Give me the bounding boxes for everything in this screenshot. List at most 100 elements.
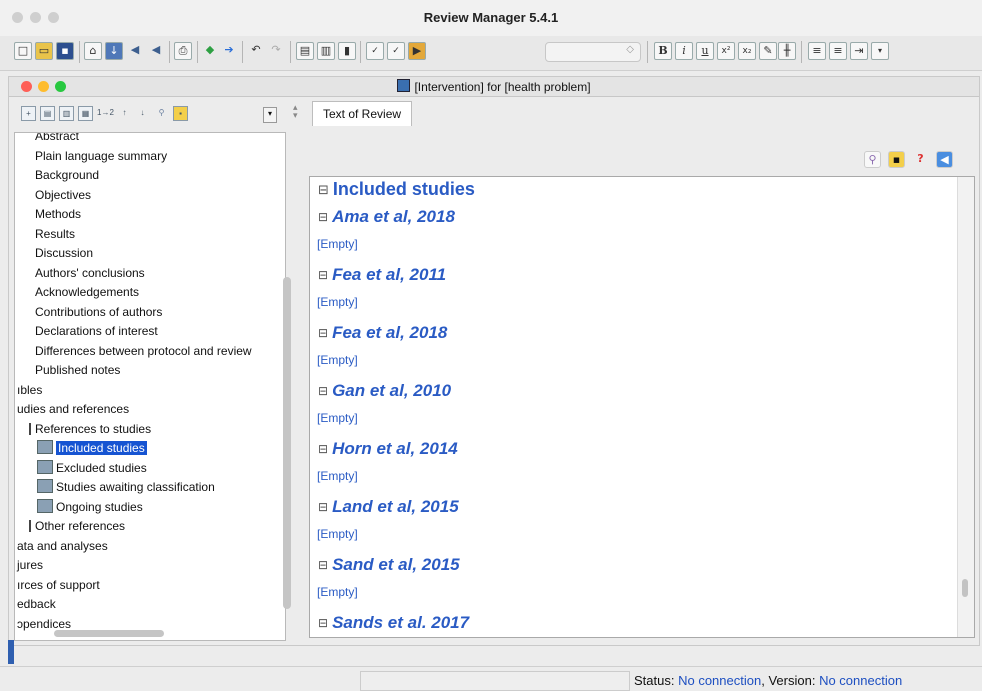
empty-placeholder[interactable]: [Empty] [317, 411, 358, 425]
numbered-list-icon[interactable]: ≡ [829, 42, 847, 60]
empty-placeholder[interactable]: [Empty] [317, 353, 358, 367]
special-char-icon[interactable]: ╫ [778, 42, 796, 60]
tree-item[interactable]: ata and analyses [17, 537, 108, 555]
tree-item[interactable]: ıbles [17, 381, 42, 399]
empty-placeholder[interactable]: [Empty] [317, 295, 358, 309]
collapse-icon[interactable]: ⊟ [318, 326, 328, 340]
study-heading[interactable]: ⊟ Sands et al. 2017 [318, 613, 469, 633]
add-section-icon[interactable]: + [21, 106, 36, 121]
spellcheck-options-icon[interactable]: ✓ [387, 42, 405, 60]
import-icon[interactable]: ↓ [105, 42, 123, 60]
tree-item[interactable]: Contributions of authors [35, 303, 162, 321]
tree-expander-icon[interactable] [29, 520, 31, 532]
back-arrow-icon[interactable]: ◀ [126, 42, 144, 60]
properties-icon[interactable]: ▤ [40, 106, 55, 121]
tree-item[interactable]: Excluded studies [37, 459, 147, 477]
link-icon[interactable]: ⚲ [864, 151, 881, 168]
tree-expander-icon[interactable] [29, 422, 31, 435]
tree-item[interactable]: Authors' conclusions [35, 264, 145, 282]
collapse-icon[interactable]: ⊟ [318, 616, 328, 630]
copy-icon[interactable]: ▤ [296, 42, 314, 60]
go-forward-icon[interactable]: ➔ [220, 42, 238, 60]
navigate-icon[interactable]: ◀ [936, 151, 953, 168]
tree-item[interactable]: Plain language summary [35, 147, 167, 165]
tree-item[interactable]: Studies awaiting classification [37, 478, 215, 496]
subscript-icon[interactable]: x₂ [738, 42, 756, 60]
outline-tree[interactable]: Abstract Plain language summary Background… [14, 132, 286, 641]
tree-item[interactable]: Background [35, 166, 99, 184]
paste-icon[interactable]: ▥ [317, 42, 335, 60]
tree-item[interactable]: Other references [29, 517, 125, 535]
back-icon[interactable]: ◀ [147, 42, 165, 60]
study-heading[interactable]: ⊟ Sand et al, 2015 [318, 555, 460, 575]
outline-vertical-scrollbar[interactable] [283, 277, 291, 609]
delete-icon[interactable]: ▮ [338, 42, 356, 60]
empty-placeholder[interactable]: [Empty] [317, 585, 358, 599]
link-icon[interactable]: ⚲ [154, 106, 169, 121]
highlight-icon[interactable]: ✎ [759, 42, 777, 60]
tree-item[interactable]: Abstract [35, 133, 79, 145]
indent-icon[interactable]: ⇥ [850, 42, 868, 60]
superscript-icon[interactable]: x² [717, 42, 735, 60]
undo-icon[interactable]: ↶ [247, 42, 265, 60]
italic-icon[interactable]: i [675, 42, 693, 60]
print-icon[interactable]: ⎙ [174, 42, 192, 60]
underline-icon[interactable]: u [696, 42, 714, 60]
study-heading[interactable]: ⊟ Fea et al, 2011 [318, 265, 446, 285]
tree-item[interactable]: Results [35, 225, 75, 243]
collapse-icon[interactable]: ⊟ [318, 384, 328, 398]
spellcheck-icon[interactable]: ✓ [366, 42, 384, 60]
tree-item[interactable]: Discussion [35, 244, 93, 262]
tab-text-of-review[interactable]: Text of Review [312, 101, 413, 126]
more-icon[interactable]: ▾ [871, 42, 889, 60]
collapse-icon[interactable]: ⊟ [318, 442, 328, 456]
home-icon[interactable]: ⌂ [84, 42, 102, 60]
tree-item[interactable]: ırces of support [17, 576, 100, 594]
notes-icon[interactable]: ▦ [78, 106, 93, 121]
note-icon[interactable]: ▪ [888, 151, 905, 168]
bold-icon[interactable]: B [654, 42, 672, 60]
toolbar-overflow-dropdown[interactable]: ▾ [263, 107, 277, 123]
save-icon[interactable]: ▪ [56, 42, 74, 60]
bullet-list-icon[interactable]: ≡ [808, 42, 826, 60]
tree-item[interactable]: Methods [35, 205, 81, 223]
empty-placeholder[interactable]: [Empty] [317, 527, 358, 541]
outline-horizontal-scrollbar[interactable] [54, 630, 164, 637]
collapse-icon[interactable]: ⊟ [318, 500, 328, 514]
editor-vertical-scrollbar[interactable] [962, 579, 968, 597]
spell-next-icon[interactable]: ▶ [408, 42, 426, 60]
study-heading[interactable]: ⊟ Land et al, 2015 [318, 497, 459, 517]
tree-item[interactable]: Included studies [37, 439, 147, 457]
move-down-icon[interactable]: ↓ [135, 106, 150, 121]
renumber-icon[interactable]: 1→2 [97, 106, 114, 121]
study-heading[interactable]: ⊟ Ama et al, 2018 [318, 207, 455, 227]
empty-placeholder[interactable]: [Empty] [317, 237, 358, 251]
tree-item[interactable]: Published notes [35, 361, 120, 379]
tree-item[interactable]: Ongoing studies [37, 498, 143, 516]
tree-item[interactable]: edback [17, 595, 56, 613]
go-back-icon[interactable]: ◆ [201, 42, 219, 60]
redo-icon[interactable]: ↷ [267, 42, 285, 60]
empty-placeholder[interactable]: [Empty] [317, 469, 358, 483]
help-icon[interactable]: ? [912, 151, 929, 168]
new-file-icon[interactable]: □ [14, 42, 32, 60]
collapse-icon[interactable]: ⊟ [318, 558, 328, 572]
panel-splitter[interactable]: ▴ ▾ [293, 103, 298, 120]
study-heading[interactable]: ⊟ Gan et al, 2010 [318, 381, 451, 401]
study-heading[interactable]: ⊟ Horn et al, 2014 [318, 439, 458, 459]
editor-vertical-scrollbar-track[interactable] [957, 177, 974, 637]
move-up-icon[interactable]: ↑ [117, 106, 132, 121]
edit-icon[interactable]: ▥ [59, 106, 74, 121]
tree-item[interactable]: Declarations of interest [35, 322, 158, 340]
review-text-editor[interactable]: ⊟ Included studies ⊟ Ama et al, 2018 [Empty… [309, 176, 975, 638]
font-size-select[interactable]: ◇ [545, 42, 641, 62]
tree-item[interactable]: udies and references [17, 400, 129, 418]
tree-item[interactable]: Objectives [35, 186, 91, 204]
note-icon[interactable]: ▪ [173, 106, 188, 121]
tree-item[interactable]: References to studies [29, 420, 151, 438]
study-heading[interactable]: ⊟ Fea et al, 2018 [318, 323, 447, 343]
tree-item[interactable]: jures [17, 556, 43, 574]
tree-item[interactable]: Acknowledgements [35, 283, 139, 301]
tree-item[interactable]: Differences between protocol and review [35, 342, 252, 360]
collapse-icon[interactable]: ⊟ [318, 210, 328, 224]
